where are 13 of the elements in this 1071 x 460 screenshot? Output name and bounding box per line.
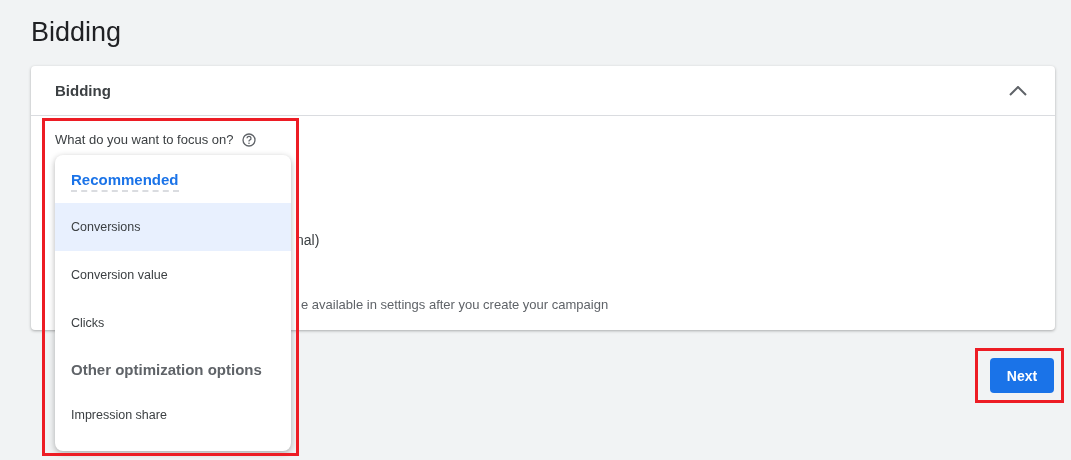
menu-header: Other optimization options (71, 360, 262, 378)
page-title: Bidding (31, 16, 123, 48)
option-text: e available in settings after you create your campaign (301, 297, 609, 312)
menu-item[interactable]: Impression share (55, 391, 291, 439)
menu-item[interactable]: Conversions (55, 203, 291, 251)
chevron-up-icon[interactable] (1009, 85, 1027, 96)
question-label: What do you want to focus on? (55, 132, 234, 147)
menu-item[interactable]: Conversion value (55, 251, 291, 299)
card-title: Bidding (55, 82, 111, 99)
menu-header: Recommended (71, 170, 179, 192)
help-icon[interactable] (241, 132, 256, 147)
next-button[interactable]: Next (990, 358, 1054, 393)
menu-item[interactable]: Clicks (55, 299, 291, 347)
